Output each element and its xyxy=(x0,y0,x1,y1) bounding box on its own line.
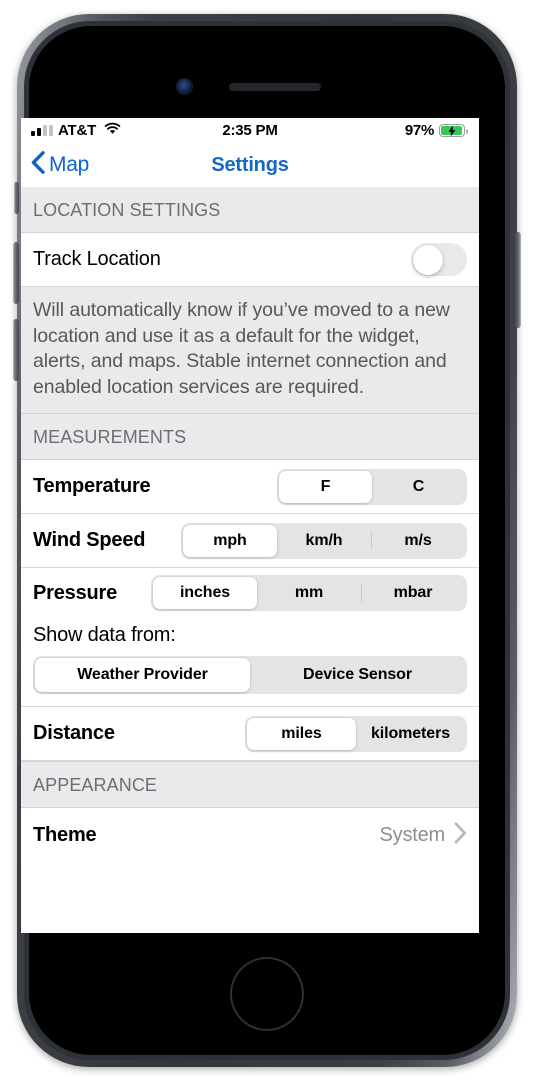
silent-switch-button[interactable] xyxy=(14,182,19,214)
home-button[interactable] xyxy=(230,957,304,1031)
temperature-option-c[interactable]: C xyxy=(372,471,465,503)
theme-value: System xyxy=(379,823,446,846)
pressure-segmented-control[interactable]: inches mm mbar xyxy=(151,575,467,611)
power-button[interactable] xyxy=(515,232,521,328)
back-button[interactable]: Map xyxy=(31,150,89,180)
data-source-label: Show data from: xyxy=(33,624,176,646)
chevron-left-icon xyxy=(31,150,45,180)
temperature-label: Temperature xyxy=(33,475,151,497)
data-source-segmented-control[interactable]: Weather Provider Device Sensor xyxy=(33,656,467,694)
theme-label: Theme xyxy=(33,823,97,846)
front-camera-icon xyxy=(177,79,192,94)
row-temperature: Temperature F C xyxy=(21,460,479,514)
distance-option-kilometers[interactable]: kilometers xyxy=(356,718,465,750)
distance-label: Distance xyxy=(33,722,115,744)
section-header-measurements: MEASUREMENTS xyxy=(21,413,479,460)
status-bar-right: 97% xyxy=(404,122,468,139)
distance-option-miles[interactable]: miles xyxy=(247,717,356,750)
volume-down-button[interactable] xyxy=(13,319,19,381)
data-source-option-device-sensor[interactable]: Device Sensor xyxy=(250,658,465,692)
carrier-label: AT&T xyxy=(58,122,97,139)
data-source-option-weather-provider[interactable]: Weather Provider xyxy=(35,658,250,692)
location-footer-note: Will automatically know if you’ve moved … xyxy=(21,287,479,413)
distance-segmented-control[interactable]: miles kilometers xyxy=(245,715,467,752)
track-location-label: Track Location xyxy=(33,248,161,270)
back-button-label: Map xyxy=(49,153,89,176)
wifi-icon xyxy=(104,122,121,139)
pressure-option-mbar[interactable]: mbar xyxy=(361,577,465,609)
section-header-location: LOCATION SETTINGS xyxy=(21,187,479,233)
wind-speed-option-ms[interactable]: m/s xyxy=(371,525,465,557)
wind-speed-label: Wind Speed xyxy=(33,529,146,551)
row-pressure: Pressure inches mm mbar xyxy=(21,568,479,618)
temperature-segmented-control[interactable]: F C xyxy=(277,468,467,505)
sensor-row xyxy=(29,79,505,95)
charging-bolt-icon xyxy=(448,125,456,136)
row-wind-speed: Wind Speed mph km/h m/s xyxy=(21,514,479,568)
battery-percent-label: 97% xyxy=(404,122,434,139)
status-bar: AT&T 2:35 PM 97% xyxy=(21,118,479,143)
earpiece-speaker xyxy=(229,83,321,91)
row-theme[interactable]: Theme System xyxy=(21,808,479,862)
status-bar-left: AT&T xyxy=(31,122,121,139)
row-distance: Distance miles kilometers xyxy=(21,707,479,761)
wind-speed-option-mph[interactable]: mph xyxy=(183,524,277,557)
track-location-toggle[interactable] xyxy=(411,243,467,276)
section-header-appearance: APPEARANCE xyxy=(21,761,479,808)
wind-speed-segmented-control[interactable]: mph km/h m/s xyxy=(181,522,467,559)
row-track-location[interactable]: Track Location xyxy=(21,233,479,287)
page-title: Settings xyxy=(211,153,289,176)
navigation-bar: Map Settings xyxy=(21,143,479,187)
cellular-signal-icon xyxy=(31,125,53,136)
temperature-option-f[interactable]: F xyxy=(279,470,372,503)
wind-speed-option-kmh[interactable]: km/h xyxy=(277,525,371,557)
screenshot-root: AT&T 2:35 PM 97% Map Settings LOCATION S… xyxy=(0,0,534,1080)
pressure-label: Pressure xyxy=(33,581,118,604)
phone-screen: AT&T 2:35 PM 97% Map Settings LOCATION S… xyxy=(21,118,479,933)
row-data-source: Show data from: Weather Provider Device … xyxy=(21,618,479,707)
pressure-option-inches[interactable]: inches xyxy=(153,577,257,609)
volume-up-button[interactable] xyxy=(13,242,19,304)
battery-icon xyxy=(439,124,468,137)
pressure-option-mm[interactable]: mm xyxy=(257,577,361,609)
toggle-knob xyxy=(412,244,443,275)
chevron-right-icon xyxy=(454,821,467,849)
settings-list: LOCATION SETTINGS Track Location Will au… xyxy=(21,187,479,862)
